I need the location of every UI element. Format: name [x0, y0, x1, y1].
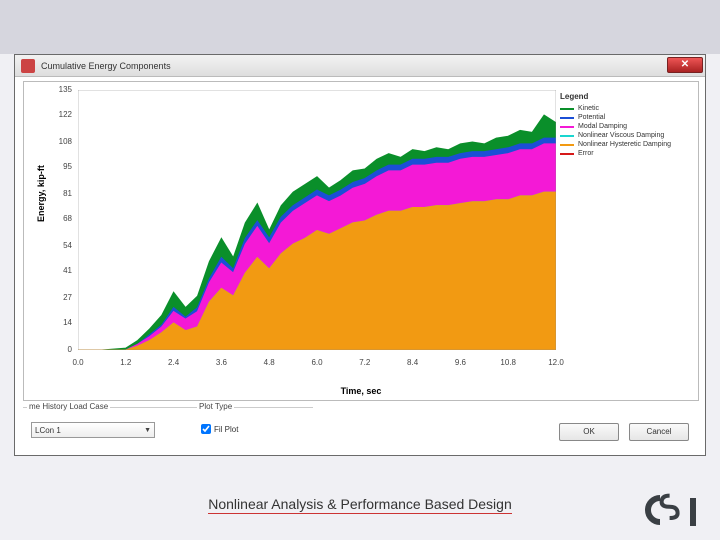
legend-label: Error [578, 150, 594, 157]
legend-swatch [560, 108, 574, 110]
ytick: 14 [42, 318, 72, 327]
legend-swatch [560, 135, 574, 137]
window-title: Cumulative Energy Components [41, 61, 171, 71]
energy-chart [78, 90, 556, 350]
legend-label: Potential [578, 114, 605, 121]
xtick: 8.4 [407, 358, 418, 367]
ytick: 135 [42, 85, 72, 94]
slide-footer: Nonlinear Analysis & Performance Based D… [0, 470, 720, 540]
footer-text: Nonlinear Analysis & Performance Based D… [208, 496, 512, 514]
xtick: 4.8 [264, 358, 275, 367]
legend-swatch [560, 153, 574, 155]
chevron-down-icon: ▼ [144, 427, 151, 434]
load-case-label: me History Load Case [27, 402, 110, 411]
plot-type-group: Plot Type Fil Plot [193, 407, 313, 447]
xtick: 6.0 [311, 358, 322, 367]
csi-logo [642, 490, 702, 530]
ytick: 122 [42, 110, 72, 119]
energy-window: Cumulative Energy Components ✕ Energy, k… [14, 54, 706, 456]
slide-top-band [0, 0, 720, 54]
load-case-value: LCon 1 [35, 426, 61, 435]
plot-panel: Energy, kip-ft 014274154688195108122135 … [23, 81, 699, 401]
ytick: 27 [42, 293, 72, 302]
ytick: 41 [42, 266, 72, 275]
ytick: 54 [42, 241, 72, 250]
close-button[interactable]: ✕ [667, 57, 703, 73]
ytick: 108 [42, 137, 72, 146]
fill-plot-text: Fil Plot [214, 425, 238, 434]
legend-header: Legend [560, 92, 688, 101]
xtick: 3.6 [216, 358, 227, 367]
legend-label: Nonlinear Viscous Damping [578, 132, 664, 139]
legend-item: Error [560, 150, 688, 157]
plot-type-label: Plot Type [197, 402, 234, 411]
ytick: 81 [42, 189, 72, 198]
legend-swatch [560, 144, 574, 146]
fill-plot-checkbox[interactable]: Fil Plot [201, 424, 238, 434]
xtick: 7.2 [359, 358, 370, 367]
legend-label: Kinetic [578, 105, 599, 112]
ytick: 95 [42, 162, 72, 171]
app-icon [21, 59, 35, 73]
ytick: 68 [42, 214, 72, 223]
legend-item: Modal Damping [560, 123, 688, 130]
xtick: 2.4 [168, 358, 179, 367]
xtick: 12.0 [548, 358, 564, 367]
window-titlebar: Cumulative Energy Components ✕ [15, 55, 705, 77]
legend-label: Modal Damping [578, 123, 627, 130]
legend-swatch [560, 126, 574, 128]
legend-label: Nonlinear Hysteretic Damping [578, 141, 671, 148]
load-case-group: me History Load Case LCon 1 ▼ [23, 407, 193, 447]
fill-plot-input[interactable] [201, 424, 211, 434]
ytick: 0 [42, 345, 72, 354]
load-case-combo[interactable]: LCon 1 ▼ [31, 422, 155, 438]
xtick: 1.2 [120, 358, 131, 367]
legend-item: Kinetic [560, 105, 688, 112]
chart-legend: Legend Kinetic Potential Modal Damping Nonl… [560, 92, 688, 159]
legend-swatch [560, 117, 574, 119]
legend-item: Nonlinear Viscous Damping [560, 132, 688, 139]
legend-item: Potential [560, 114, 688, 121]
ok-button[interactable]: OK [559, 423, 619, 441]
xtick: 9.6 [455, 358, 466, 367]
xtick: 0.0 [72, 358, 83, 367]
xtick: 10.8 [500, 358, 516, 367]
controls-row: me History Load Case LCon 1 ▼ Plot Type … [23, 405, 699, 449]
legend-item: Nonlinear Hysteretic Damping [560, 141, 688, 148]
cancel-button[interactable]: Cancel [629, 423, 689, 441]
x-axis-label: Time, sec [24, 386, 698, 396]
